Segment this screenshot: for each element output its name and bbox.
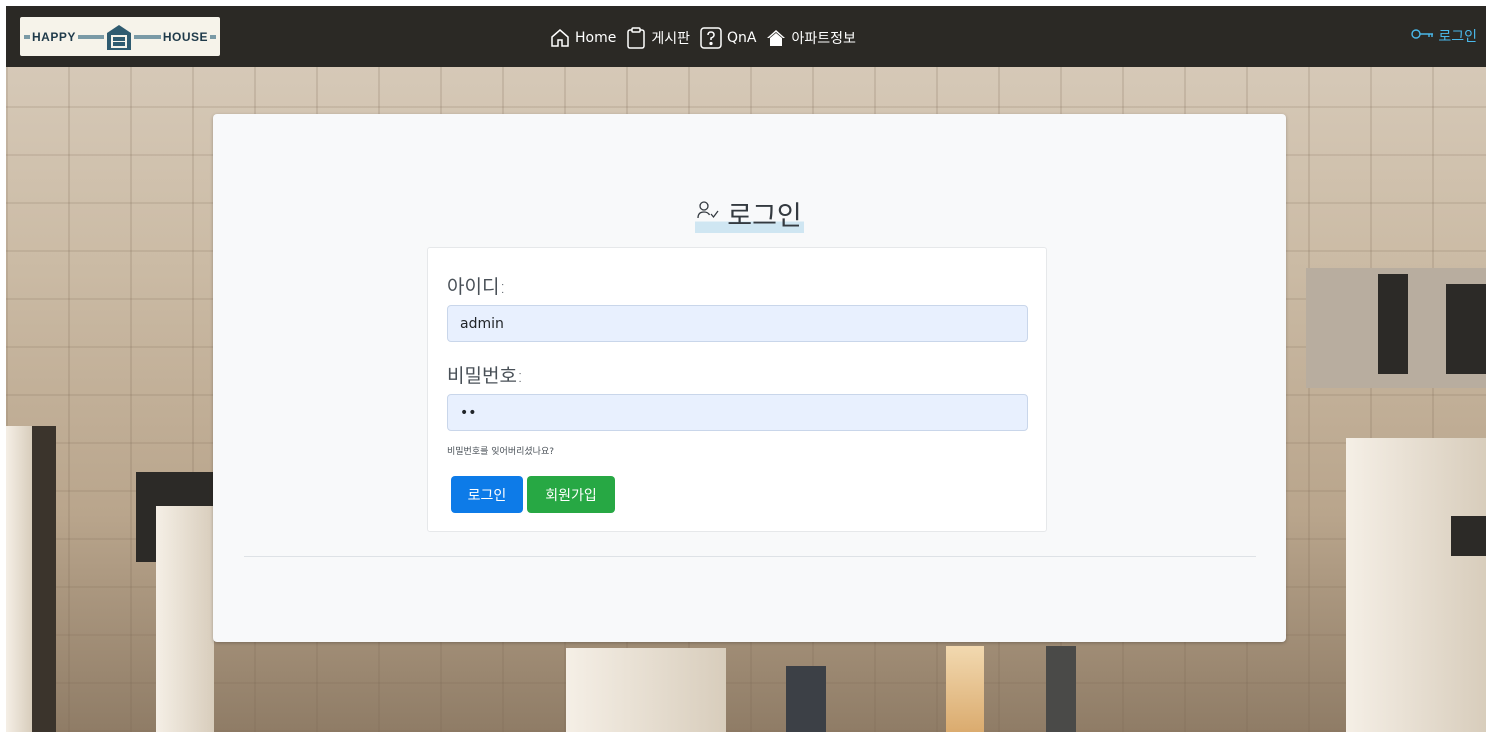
nav-qna-label: QnA bbox=[726, 30, 757, 46]
brand-logo[interactable]: HAPPY HOUSE bbox=[20, 17, 220, 56]
nav-login-link[interactable]: 로그인 bbox=[1411, 26, 1477, 46]
page-title: 로그인 bbox=[695, 194, 804, 233]
nav-board-label: 게시판 bbox=[651, 31, 690, 47]
nav-home[interactable]: Home bbox=[550, 28, 616, 48]
page-title-text: 로그인 bbox=[727, 201, 802, 232]
password-input[interactable] bbox=[447, 394, 1028, 431]
id-label: 아이디: bbox=[447, 276, 506, 298]
home-icon bbox=[550, 28, 570, 48]
house-icon bbox=[766, 28, 786, 48]
main-nav: Home 게시판 QnA 아파트정보 bbox=[550, 24, 856, 52]
brand-word-happy: HAPPY bbox=[30, 29, 78, 44]
login-button[interactable]: 로그인 bbox=[451, 476, 523, 513]
divider bbox=[244, 556, 1256, 557]
login-form: 아이디: 비밀번호: 비밀번호를 잊어버리셨나요? 로그인 회원가입 bbox=[427, 247, 1047, 532]
nav-apartment-label: 아파트정보 bbox=[791, 31, 856, 47]
house-logo-icon bbox=[104, 21, 135, 52]
question-icon bbox=[700, 27, 722, 49]
password-label: 비밀번호: bbox=[447, 365, 524, 387]
person-check-icon bbox=[697, 198, 719, 229]
nav-login-label: 로그인 bbox=[1438, 29, 1477, 45]
signup-button[interactable]: 회원가입 bbox=[527, 476, 615, 513]
forgot-password-link[interactable]: 비밀번호를 잊어버리셨나요? bbox=[447, 444, 554, 457]
navbar: HAPPY HOUSE Home 게시판 QnA 아파트정보 로그인 bbox=[6, 6, 1486, 67]
nav-qna[interactable]: QnA bbox=[700, 27, 756, 49]
brand-word-house: HOUSE bbox=[160, 29, 210, 44]
key-icon bbox=[1411, 28, 1435, 44]
login-card: 로그인 아이디: 비밀번호: 비밀번호를 잊어버리셨나요? 로그인 회원가입 bbox=[213, 114, 1286, 642]
nav-board[interactable]: 게시판 bbox=[626, 27, 690, 49]
id-input[interactable] bbox=[447, 305, 1028, 342]
clipboard-icon bbox=[626, 27, 646, 49]
nav-home-label: Home bbox=[575, 30, 617, 46]
nav-apartment[interactable]: 아파트정보 bbox=[766, 28, 856, 48]
